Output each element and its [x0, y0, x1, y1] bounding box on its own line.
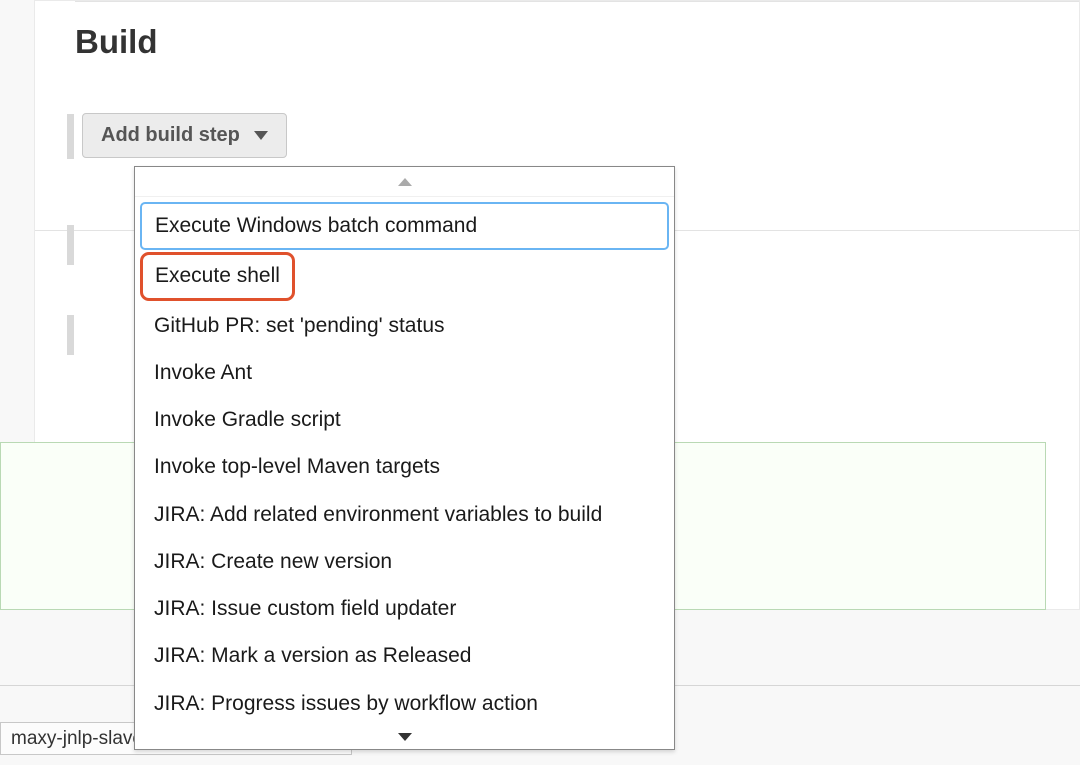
- dropdown-scroll-up[interactable]: [135, 167, 674, 197]
- chevron-down-icon: [254, 131, 268, 140]
- dropdown-item-jira-progress-issues[interactable]: JIRA: Progress issues by workflow action: [140, 681, 669, 727]
- dropdown-items: Execute Windows batch command Execute sh…: [135, 197, 674, 731]
- dropdown-item-jira-create-version[interactable]: JIRA: Create new version: [140, 539, 669, 585]
- add-build-step-label: Add build step: [101, 124, 240, 147]
- dropdown-item-execute-windows-batch[interactable]: Execute Windows batch command: [140, 202, 669, 250]
- divider: [75, 1, 1079, 2]
- build-step-dropdown: Execute Windows batch command Execute sh…: [134, 166, 675, 750]
- dropdown-item-execute-shell[interactable]: Execute shell: [140, 252, 295, 300]
- chevron-down-icon: [398, 733, 412, 741]
- dropdown-item-jira-custom-field[interactable]: JIRA: Issue custom field updater: [140, 586, 669, 632]
- dropdown-item-invoke-maven[interactable]: Invoke top-level Maven targets: [140, 444, 669, 490]
- drag-handle[interactable]: [67, 114, 74, 159]
- drag-handle[interactable]: [67, 315, 74, 355]
- dropdown-item-jira-mark-released[interactable]: JIRA: Mark a version as Released: [140, 633, 669, 679]
- dropdown-scroll-down[interactable]: [135, 731, 674, 749]
- dropdown-item-invoke-gradle[interactable]: Invoke Gradle script: [140, 397, 669, 443]
- drag-handle[interactable]: [67, 225, 74, 265]
- dropdown-item-invoke-ant[interactable]: Invoke Ant: [140, 350, 669, 396]
- dropdown-item-jira-env-vars[interactable]: JIRA: Add related environment variables …: [140, 492, 669, 538]
- chevron-up-icon: [398, 178, 412, 186]
- section-title-build: Build: [75, 23, 1079, 61]
- dropdown-item-github-pr-pending[interactable]: GitHub PR: set 'pending' status: [140, 303, 669, 349]
- add-build-step-button[interactable]: Add build step: [82, 113, 287, 158]
